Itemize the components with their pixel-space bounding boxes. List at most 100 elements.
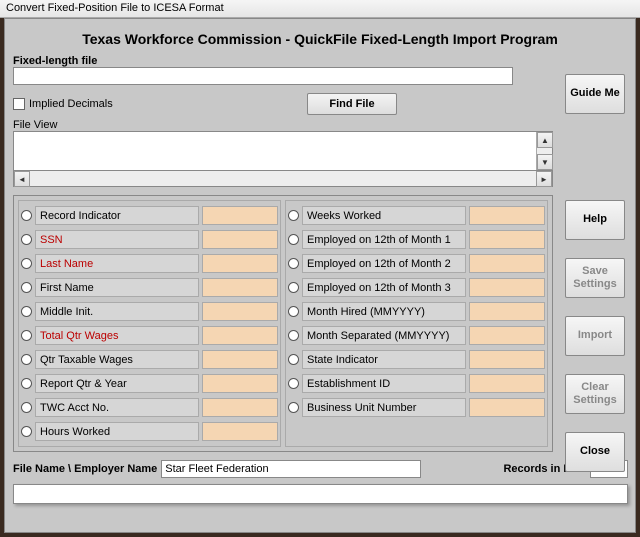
- field-row: Middle Init.: [21, 300, 278, 323]
- field-row: State Indicator: [288, 348, 545, 371]
- file-label: Fixed-length file: [13, 55, 627, 67]
- file-view-textarea[interactable]: ▲ ▼: [13, 131, 553, 171]
- radio-icon[interactable]: [21, 306, 32, 317]
- radio-icon[interactable]: [288, 378, 299, 389]
- radio-icon[interactable]: [21, 234, 32, 245]
- radio-icon[interactable]: [21, 426, 32, 437]
- scroll-up-icon[interactable]: ▲: [537, 132, 553, 148]
- field-row: Establishment ID: [288, 372, 545, 395]
- close-button[interactable]: Close: [565, 432, 625, 472]
- status-bar: [13, 484, 628, 504]
- guide-me-button[interactable]: Guide Me: [565, 74, 625, 114]
- scroll-right-icon[interactable]: ►: [536, 171, 552, 187]
- field-label[interactable]: SSN: [35, 230, 199, 249]
- field-value-input[interactable]: [202, 350, 278, 369]
- radio-icon[interactable]: [21, 282, 32, 293]
- field-label[interactable]: Weeks Worked: [302, 206, 466, 225]
- field-value-input[interactable]: [202, 302, 278, 321]
- radio-icon[interactable]: [288, 258, 299, 269]
- import-button[interactable]: Import: [565, 316, 625, 356]
- fields-column-right: Weeks Worked Employed on 12th of Month 1 E…: [285, 200, 548, 447]
- field-row: Employed on 12th of Month 3: [288, 276, 545, 299]
- field-value-input[interactable]: [469, 206, 545, 225]
- radio-icon[interactable]: [21, 210, 32, 221]
- field-row: Report Qtr & Year: [21, 372, 278, 395]
- field-label[interactable]: Employed on 12th of Month 3: [302, 278, 466, 297]
- fields-column-left: Record Indicator SSN Last Name First Name Mi…: [18, 200, 281, 447]
- field-label[interactable]: Record Indicator: [35, 206, 199, 225]
- radio-icon[interactable]: [21, 330, 32, 341]
- filename-label: File Name \ Employer Name: [13, 463, 157, 475]
- scrollbar-horizontal[interactable]: ◄ ►: [13, 171, 553, 187]
- field-value-input[interactable]: [202, 230, 278, 249]
- radio-icon[interactable]: [288, 354, 299, 365]
- field-value-input[interactable]: [202, 374, 278, 393]
- implied-decimals-label: Implied Decimals: [29, 98, 113, 110]
- window-title: Convert Fixed-Position File to ICESA For…: [0, 0, 640, 18]
- scrollbar-vertical[interactable]: ▲ ▼: [536, 132, 552, 170]
- field-label[interactable]: Qtr Taxable Wages: [35, 350, 199, 369]
- field-label[interactable]: Employed on 12th of Month 1: [302, 230, 466, 249]
- radio-icon[interactable]: [288, 234, 299, 245]
- save-settings-button[interactable]: Save Settings: [565, 258, 625, 298]
- field-label[interactable]: Middle Init.: [35, 302, 199, 321]
- radio-icon[interactable]: [288, 402, 299, 413]
- field-value-input[interactable]: [202, 422, 278, 441]
- field-label[interactable]: Total Qtr Wages: [35, 326, 199, 345]
- radio-icon[interactable]: [288, 210, 299, 221]
- field-value-input[interactable]: [469, 302, 545, 321]
- main-window: Texas Workforce Commission - QuickFile F…: [4, 18, 636, 533]
- field-row: Hours Worked: [21, 420, 278, 443]
- field-value-input[interactable]: [202, 398, 278, 417]
- field-label[interactable]: Last Name: [35, 254, 199, 273]
- find-file-button[interactable]: Find File: [307, 93, 397, 115]
- radio-icon[interactable]: [21, 258, 32, 269]
- radio-icon[interactable]: [288, 282, 299, 293]
- field-label[interactable]: Hours Worked: [35, 422, 199, 441]
- field-label[interactable]: Business Unit Number: [302, 398, 466, 417]
- field-row: Month Hired (MMYYYY): [288, 300, 545, 323]
- field-row: Business Unit Number: [288, 396, 545, 419]
- field-label[interactable]: First Name: [35, 278, 199, 297]
- field-value-input[interactable]: [469, 374, 545, 393]
- scroll-left-icon[interactable]: ◄: [14, 171, 30, 187]
- field-value-input[interactable]: [202, 206, 278, 225]
- help-button[interactable]: Help: [565, 200, 625, 240]
- field-value-input[interactable]: [202, 326, 278, 345]
- field-value-input[interactable]: [469, 278, 545, 297]
- radio-icon[interactable]: [21, 354, 32, 365]
- file-view-label: File View: [13, 119, 627, 131]
- employer-name-input[interactable]: Star Fleet Federation: [161, 460, 421, 478]
- field-value-input[interactable]: [469, 398, 545, 417]
- side-button-panel: Guide Me Help Save Settings Import Clear…: [565, 74, 625, 472]
- radio-icon[interactable]: [288, 306, 299, 317]
- field-row: Qtr Taxable Wages: [21, 348, 278, 371]
- field-label[interactable]: State Indicator: [302, 350, 466, 369]
- checkbox-icon: [13, 98, 25, 110]
- field-value-input[interactable]: [469, 230, 545, 249]
- field-label[interactable]: Establishment ID: [302, 374, 466, 393]
- clear-settings-button[interactable]: Clear Settings: [565, 374, 625, 414]
- field-row: Weeks Worked: [288, 204, 545, 227]
- field-row: Last Name: [21, 252, 278, 275]
- field-row: First Name: [21, 276, 278, 299]
- field-value-input[interactable]: [469, 350, 545, 369]
- file-path-input[interactable]: [13, 67, 513, 85]
- implied-decimals-checkbox[interactable]: Implied Decimals: [13, 98, 113, 110]
- field-label[interactable]: TWC Acct No.: [35, 398, 199, 417]
- radio-icon[interactable]: [21, 402, 32, 413]
- field-value-input[interactable]: [469, 326, 545, 345]
- field-label[interactable]: Employed on 12th of Month 2: [302, 254, 466, 273]
- radio-icon[interactable]: [288, 330, 299, 341]
- field-label[interactable]: Month Separated (MMYYYY): [302, 326, 466, 345]
- field-value-input[interactable]: [202, 278, 278, 297]
- field-row: Employed on 12th of Month 1: [288, 228, 545, 251]
- field-row: Month Separated (MMYYYY): [288, 324, 545, 347]
- radio-icon[interactable]: [21, 378, 32, 389]
- field-label[interactable]: Month Hired (MMYYYY): [302, 302, 466, 321]
- field-label[interactable]: Report Qtr & Year: [35, 374, 199, 393]
- field-mapping-panel: Record Indicator SSN Last Name First Name Mi…: [13, 195, 553, 452]
- scroll-down-icon[interactable]: ▼: [537, 154, 553, 170]
- field-value-input[interactable]: [469, 254, 545, 273]
- field-value-input[interactable]: [202, 254, 278, 273]
